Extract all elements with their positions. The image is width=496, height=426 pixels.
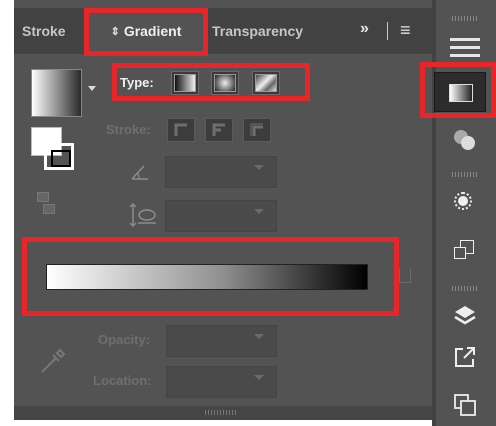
transparency-panel-icon[interactable] — [452, 126, 478, 152]
dock-grip[interactable] — [452, 286, 478, 291]
opacity-dropdown[interactable] — [166, 325, 277, 357]
artboards-icon[interactable] — [452, 392, 478, 418]
stroke-label: Stroke: — [106, 122, 151, 137]
stroke-within-icon — [174, 123, 187, 136]
appearance-icon[interactable] — [452, 190, 478, 216]
stroke-across-icon — [250, 123, 263, 136]
angle-icon — [130, 163, 150, 186]
trash-icon[interactable] — [399, 268, 411, 283]
aspect-ratio-icon — [128, 202, 156, 233]
tab-separator — [387, 22, 388, 40]
chevron-down-icon — [254, 165, 264, 170]
dock-grip[interactable] — [452, 172, 478, 177]
aspect-ratio-dropdown[interactable] — [165, 200, 277, 232]
stroke-gradient-along-button[interactable] — [205, 118, 233, 142]
bottom-margin — [14, 420, 432, 426]
chevron-down-icon — [254, 334, 264, 339]
export-icon[interactable] — [452, 344, 478, 370]
angle-dropdown[interactable] — [165, 156, 277, 188]
chevron-down-icon — [254, 209, 264, 214]
highlight-type-buttons — [112, 63, 310, 101]
transform-icon[interactable] — [452, 238, 478, 264]
chevron-down-icon — [254, 375, 264, 380]
highlight-gradient-panel-button — [420, 62, 496, 118]
highlight-gradient-slider — [22, 237, 399, 316]
resize-grip[interactable] — [205, 410, 237, 415]
location-label: Location: — [93, 373, 152, 388]
eyedropper-icon[interactable] — [40, 346, 68, 374]
overflow-chevrons-icon[interactable]: » — [360, 20, 369, 38]
menu-icon[interactable] — [450, 38, 480, 58]
layers-icon[interactable] — [452, 302, 478, 328]
stroke-gradient-within-button[interactable] — [167, 118, 195, 142]
location-dropdown[interactable] — [166, 366, 277, 398]
tab-transparency[interactable]: Transparency — [212, 8, 322, 54]
swatch-dropdown-caret-icon[interactable] — [88, 86, 96, 91]
tab-transparency-label: Transparency — [212, 23, 304, 39]
panel-menu-icon[interactable]: ≡ — [400, 20, 411, 41]
stroke-gradient-across-button[interactable] — [243, 118, 271, 142]
tab-stroke[interactable]: Stroke — [22, 8, 72, 54]
dock-grip[interactable] — [452, 16, 478, 21]
reverse-gradient-icon[interactable] — [37, 190, 61, 216]
gradient-swatch[interactable] — [31, 69, 82, 117]
highlight-gradient-tab — [84, 8, 208, 56]
stroke-along-icon — [212, 123, 225, 136]
opacity-label: Opacity: — [98, 332, 151, 347]
stroke-swatch[interactable] — [44, 143, 74, 170]
tab-stroke-label: Stroke — [22, 23, 66, 39]
